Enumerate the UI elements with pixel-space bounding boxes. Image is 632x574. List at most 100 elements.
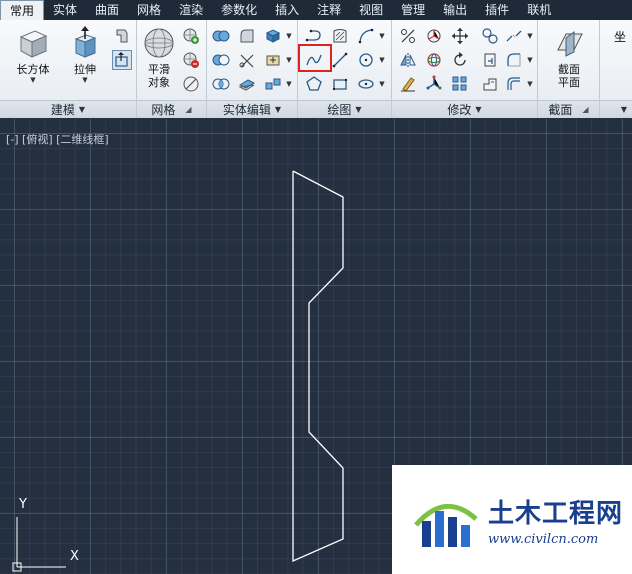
box-icon bbox=[19, 30, 48, 58]
tab-10[interactable]: 输出 bbox=[434, 0, 476, 20]
subtract-icon bbox=[212, 54, 230, 66]
tab-0[interactable]: 常用 bbox=[0, 0, 45, 21]
intersect-button[interactable] bbox=[211, 74, 231, 94]
ellipse-button[interactable] bbox=[356, 74, 376, 94]
separate-button[interactable] bbox=[263, 74, 283, 94]
tab-1[interactable]: 实体 bbox=[44, 0, 86, 20]
smooth-object-button[interactable]: 平滑 对象 bbox=[139, 24, 179, 96]
chevron-down-icon[interactable]: ▼ bbox=[526, 50, 534, 70]
panel-section: 截面 平面 截面 ◢ bbox=[538, 20, 600, 118]
copy-button[interactable] bbox=[480, 26, 500, 46]
scale-button[interactable] bbox=[398, 26, 418, 46]
mesh-refine-button[interactable] bbox=[181, 74, 201, 94]
rectangle-icon bbox=[332, 78, 348, 91]
ellipse-icon bbox=[358, 79, 374, 89]
fillet-edge-button[interactable] bbox=[237, 26, 257, 46]
mesh-remove-button[interactable] bbox=[181, 50, 201, 70]
fillet-icon bbox=[507, 53, 521, 67]
drawn-polyline[interactable] bbox=[292, 170, 344, 562]
chevron-down-icon[interactable]: ▼ bbox=[285, 74, 293, 94]
offset-button[interactable] bbox=[504, 74, 524, 94]
tab-3[interactable]: 网格 bbox=[128, 0, 170, 20]
3d-align-icon bbox=[426, 75, 442, 90]
chevron-down-icon[interactable]: ▼ bbox=[378, 26, 386, 46]
array-button[interactable] bbox=[450, 74, 470, 94]
section-plane-icon bbox=[557, 31, 583, 57]
tab-12[interactable]: 联机 bbox=[518, 0, 560, 20]
3d-align-button[interactable] bbox=[424, 74, 444, 94]
subtract-button[interactable] bbox=[211, 50, 231, 70]
union-button[interactable] bbox=[211, 26, 231, 46]
panel-title-mesh[interactable]: 网格 ◢ bbox=[137, 100, 206, 118]
extract-edges-icon bbox=[265, 29, 281, 43]
thicken-icon bbox=[238, 79, 256, 91]
tab-7[interactable]: 注释 bbox=[308, 0, 350, 20]
slice-button[interactable] bbox=[237, 50, 257, 70]
mesh-add-button[interactable] bbox=[181, 26, 201, 46]
polygon-icon bbox=[306, 76, 322, 91]
copy-icon bbox=[482, 28, 498, 44]
coordinates-label: 坐 bbox=[614, 30, 627, 44]
dialog-launcher-icon: ◢ bbox=[582, 105, 589, 114]
chevron-down-icon[interactable]: ▼ bbox=[526, 74, 534, 94]
panel-title-text: 绘图 bbox=[327, 103, 352, 117]
panel-title-modify[interactable]: 修改 ▼ bbox=[392, 100, 537, 118]
extract-edges-button[interactable] bbox=[263, 26, 283, 46]
line-button[interactable] bbox=[330, 50, 350, 70]
watermark-text: 土木工程网 www.civilcn.com bbox=[488, 493, 623, 547]
tab-2[interactable]: 曲面 bbox=[86, 0, 128, 20]
3d-rotate-button[interactable] bbox=[424, 50, 444, 70]
tab-6[interactable]: 插入 bbox=[266, 0, 308, 20]
panel-title-coordinates[interactable]: ▼ bbox=[600, 100, 632, 118]
panel-title-section[interactable]: 截面 ◢ bbox=[538, 100, 599, 118]
rotate-button[interactable] bbox=[450, 50, 470, 70]
tab-8[interactable]: 视图 bbox=[350, 0, 392, 20]
panel-title-modeling[interactable]: 建模 ▼ bbox=[0, 100, 136, 118]
rectangle-button[interactable] bbox=[330, 74, 350, 94]
box-button[interactable]: 长方体 ▼ bbox=[10, 24, 56, 96]
extrude-button[interactable]: 拉伸 ▼ bbox=[62, 24, 108, 96]
ucs-icon bbox=[12, 517, 66, 572]
imprint-button[interactable] bbox=[263, 50, 283, 70]
chevron-down-icon[interactable]: ▼ bbox=[378, 50, 386, 70]
3d-move-button[interactable] bbox=[424, 26, 444, 46]
stretch-button[interactable] bbox=[480, 74, 500, 94]
ucs-y-label: Y bbox=[19, 497, 27, 512]
tab-9[interactable]: 管理 bbox=[392, 0, 434, 20]
polygon-button[interactable] bbox=[304, 74, 324, 94]
polyline-button[interactable] bbox=[304, 26, 324, 46]
panel-title-draw[interactable]: 绘图 ▼ bbox=[298, 100, 391, 118]
panel-title-text: 建模 bbox=[50, 103, 75, 117]
panel-solid-edit: ▼ ▼ ▼ 实体编辑 ▼ bbox=[207, 20, 298, 118]
erase-button[interactable] bbox=[398, 74, 418, 94]
chevron-down-icon[interactable]: ▼ bbox=[378, 74, 386, 94]
presspull-button[interactable] bbox=[112, 50, 132, 70]
break-button[interactable] bbox=[504, 26, 524, 46]
trim-button[interactable] bbox=[480, 50, 500, 70]
mirror-button[interactable] bbox=[398, 50, 418, 70]
tab-4[interactable]: 渲染 bbox=[170, 0, 212, 20]
chevron-down-icon: ▼ bbox=[78, 105, 86, 114]
panel-title-text: 网格 bbox=[151, 103, 176, 117]
chevron-down-icon[interactable]: ▼ bbox=[285, 26, 293, 46]
section-plane-label: 截面 平面 bbox=[558, 63, 580, 89]
panel-title-solid-edit[interactable]: 实体编辑 ▼ bbox=[207, 100, 297, 118]
tab-5[interactable]: 参数化 bbox=[212, 0, 266, 20]
move-icon bbox=[452, 28, 468, 44]
offset-icon bbox=[507, 77, 520, 90]
panel-modeling: 长方体 ▼ 拉伸 ▼ 建模 ▼ bbox=[0, 20, 137, 118]
fillet-button[interactable] bbox=[504, 50, 524, 70]
chevron-down-icon[interactable]: ▼ bbox=[526, 26, 534, 46]
circle-button[interactable] bbox=[356, 50, 376, 70]
arc-button[interactable] bbox=[356, 26, 376, 46]
array-icon bbox=[452, 76, 467, 91]
thicken-button[interactable] bbox=[237, 74, 257, 94]
chevron-down-icon[interactable]: ▼ bbox=[285, 50, 293, 70]
site-watermark: 土木工程网 www.civilcn.com bbox=[392, 465, 632, 574]
move-button[interactable] bbox=[450, 26, 470, 46]
polysolid-icon bbox=[116, 29, 128, 43]
section-plane-button[interactable]: 截面 平面 bbox=[546, 24, 592, 96]
hatch-button[interactable] bbox=[330, 26, 350, 46]
tab-11[interactable]: 插件 bbox=[476, 0, 518, 20]
polysolid-button[interactable] bbox=[112, 26, 132, 46]
